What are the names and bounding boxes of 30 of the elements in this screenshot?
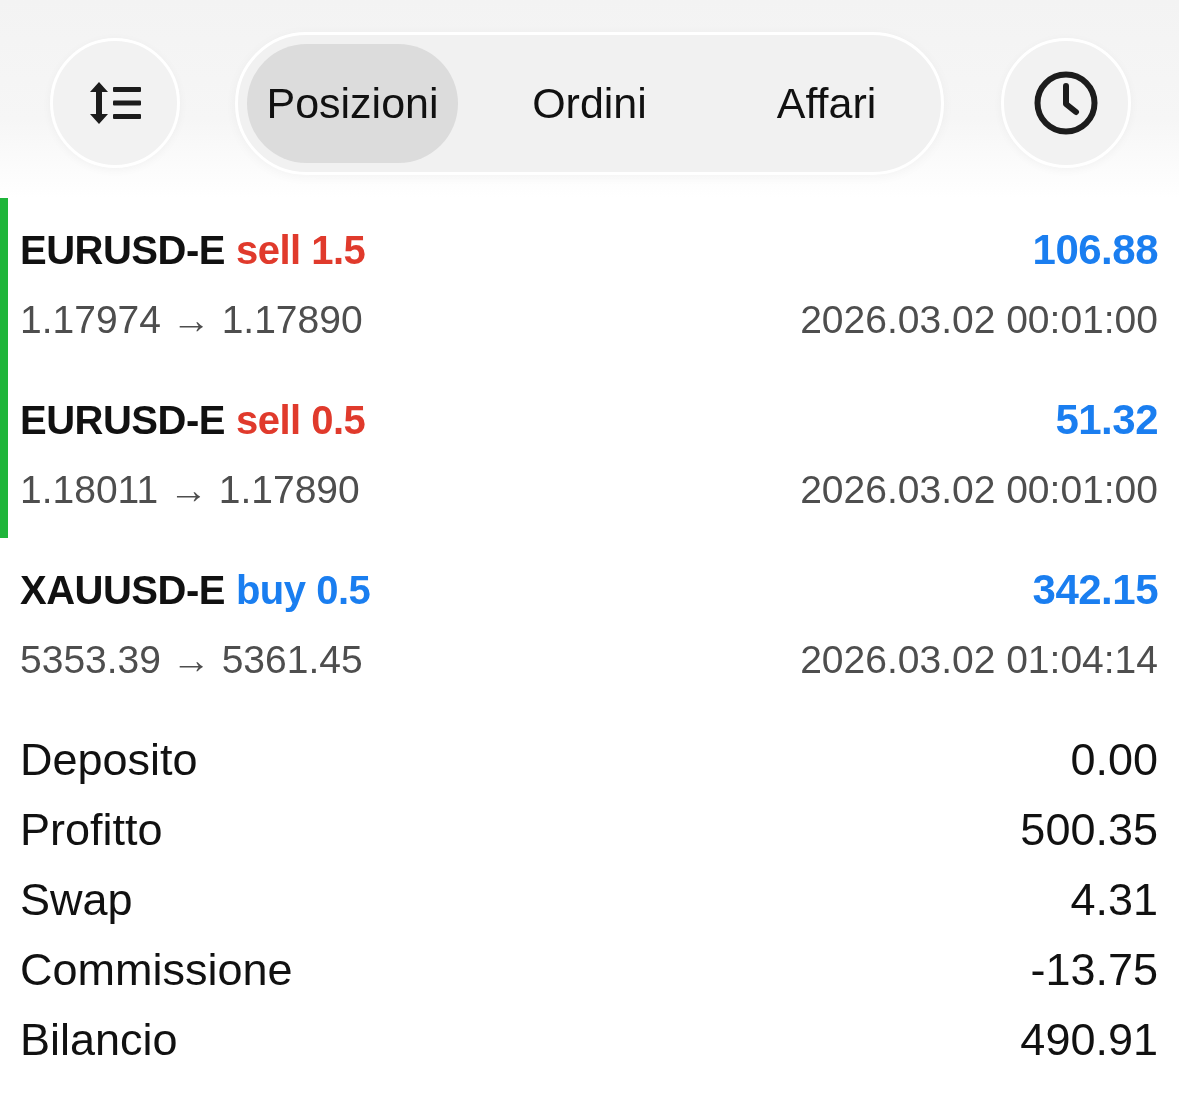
trade-label: buy 0.5 [235,567,371,613]
summary-value: 500.35 [1020,804,1158,856]
symbol-label: EURUSD-E [20,397,225,443]
price-label: 5353.39 → 5361.45 [20,638,363,682]
trade-label: sell 0.5 [235,397,366,443]
clock-icon [1034,71,1098,135]
price-label: 1.18011 → 1.17890 [20,468,360,512]
summary-value: 4.31 [1070,874,1158,926]
summary-value: -13.75 [1030,944,1158,996]
time-label: 2026.03.02 01:04:14 [800,638,1158,682]
time-label: 2026.03.02 00:01:00 [800,468,1158,512]
time-label: 2026.03.02 00:01:00 [800,298,1158,342]
symbol-label: EURUSD-E [20,227,225,273]
summary-label: Bilancio [20,1014,178,1066]
summary-value: 0.00 [1070,734,1158,786]
trade-label: sell 1.5 [235,227,366,273]
tab[interactable]: Posizioni [247,43,458,163]
price-label: 1.17974 → 1.17890 [20,298,363,342]
profit-value: 106.88 [1032,226,1158,274]
tab[interactable]: Ordini [484,43,695,163]
sort-icon [89,82,141,124]
summary-label: Profitto [20,804,163,856]
profit-value: 342.15 [1032,566,1158,614]
summary-label: Commissione [20,944,293,996]
profit-value: 51.32 [1055,396,1158,444]
summary-label: Swap [20,874,133,926]
summary-value: 490.91 [1020,1014,1158,1066]
summary-label: Deposito [20,734,198,786]
symbol-label: XAUUSD-E [20,567,225,613]
tab[interactable]: Affari [721,43,932,163]
